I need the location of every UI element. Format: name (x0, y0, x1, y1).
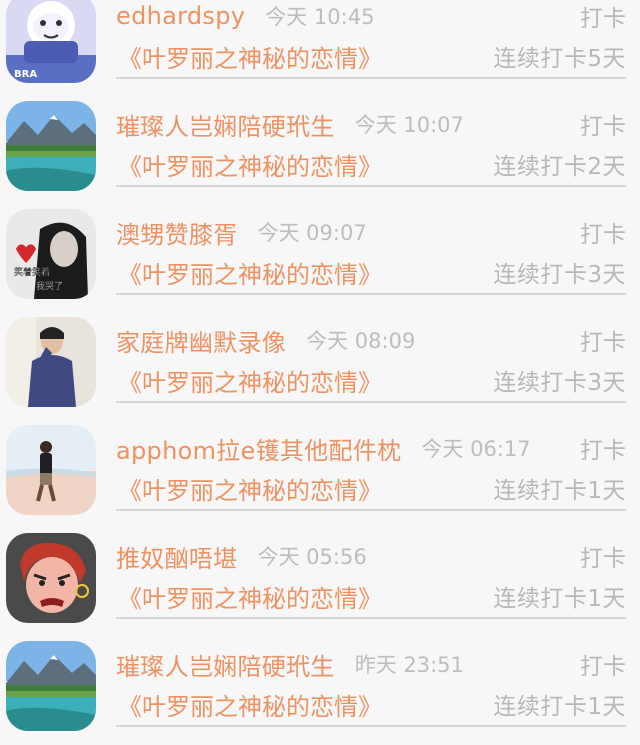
username[interactable]: 澳甥赞膝胥 (116, 215, 238, 250)
username[interactable]: 家庭牌幽默录像 (116, 323, 286, 358)
checkin-row[interactable]: 笑着笑着 我哭了 澳甥赞膝胥 今天 09:07 打卡 《叶罗丽之神秘的恋情》 连… (0, 196, 640, 304)
checkin-time: 今天 06:17 (421, 437, 531, 461)
checkin-label: 打卡 (580, 654, 626, 680)
checkin-row[interactable]: 璀璨人岂娴陪硬玳生 今天 10:07 打卡 《叶罗丽之神秘的恋情》 连续打卡2天 (0, 88, 640, 196)
checkin-label: 打卡 (580, 330, 626, 356)
book-title-link[interactable]: 《叶罗丽之神秘的恋情》 (118, 687, 382, 722)
checkin-label: 打卡 (580, 438, 626, 464)
cartoon-avatar-icon[interactable]: BRA (6, 0, 96, 83)
mountain-lake-icon[interactable] (6, 641, 96, 731)
checkin-row[interactable]: BRA edhardspy 今天 10:45 打卡 《叶罗丽之神秘的恋情》 连续… (0, 0, 640, 88)
username[interactable]: 璀璨人岂娴陪硬玳生 (116, 647, 335, 682)
streak-count: 连续打卡3天 (493, 262, 626, 288)
svg-text:笑着笑着: 笑着笑着 (14, 266, 50, 278)
streak-count: 连续打卡2天 (493, 154, 626, 180)
divider (116, 293, 626, 295)
streak-count: 连续打卡1天 (493, 478, 626, 504)
svg-text:我哭了: 我哭了 (36, 281, 63, 292)
checkin-time: 今天 08:09 (306, 329, 416, 353)
divider (116, 401, 626, 403)
username[interactable]: apphom拉e镬其他配件枕 (116, 431, 401, 466)
checkin-row[interactable]: 推奴酗唔堪 今天 05:56 打卡 《叶罗丽之神秘的恋情》 连续打卡1天 (0, 520, 640, 628)
girl-with-heart-icon[interactable]: 笑着笑着 我哭了 (6, 209, 96, 299)
checkin-time: 今天 10:07 (354, 113, 464, 137)
book-title-link[interactable]: 《叶罗丽之神秘的恋情》 (118, 255, 382, 290)
divider (116, 77, 626, 79)
streak-count: 连续打卡1天 (493, 694, 626, 720)
streak-count: 连续打卡3天 (493, 370, 626, 396)
streak-count: 连续打卡5天 (493, 46, 626, 72)
username[interactable]: edhardspy (116, 2, 245, 30)
checkin-feed: BRA edhardspy 今天 10:45 打卡 《叶罗丽之神秘的恋情》 连续… (0, 0, 640, 736)
checkin-label: 打卡 (580, 114, 626, 140)
checkin-label: 打卡 (580, 222, 626, 248)
divider (116, 185, 626, 187)
beach-walker-icon[interactable] (6, 425, 96, 515)
checkin-row[interactable]: 璀璨人岂娴陪硬玳生 昨天 23:51 打卡 《叶罗丽之神秘的恋情》 连续打卡1天 (0, 628, 640, 736)
checkin-time: 今天 09:07 (257, 221, 367, 245)
checkin-label: 打卡 (580, 6, 626, 32)
streak-count: 连续打卡1天 (493, 586, 626, 612)
checkin-time: 今天 10:45 (265, 5, 375, 29)
checkin-time: 昨天 23:51 (354, 653, 464, 677)
username[interactable]: 推奴酗唔堪 (116, 539, 238, 574)
book-title-link[interactable]: 《叶罗丽之神秘的恋情》 (118, 471, 382, 506)
book-title-link[interactable]: 《叶罗丽之神秘的恋情》 (118, 579, 382, 614)
divider (116, 725, 626, 727)
checkin-time: 今天 05:56 (257, 545, 367, 569)
man-portrait-icon[interactable] (6, 317, 96, 407)
checkin-row[interactable]: apphom拉e镬其他配件枕 今天 06:17 打卡 《叶罗丽之神秘的恋情》 连… (0, 412, 640, 520)
mountain-lake-icon[interactable] (6, 101, 96, 191)
divider (116, 509, 626, 511)
cartoon-face-icon[interactable] (6, 533, 96, 623)
checkin-label: 打卡 (580, 546, 626, 572)
checkin-row[interactable]: 家庭牌幽默录像 今天 08:09 打卡 《叶罗丽之神秘的恋情》 连续打卡3天 (0, 304, 640, 412)
book-title-link[interactable]: 《叶罗丽之神秘的恋情》 (118, 363, 382, 398)
divider (116, 617, 626, 619)
username[interactable]: 璀璨人岂娴陪硬玳生 (116, 107, 335, 142)
book-title-link[interactable]: 《叶罗丽之神秘的恋情》 (118, 39, 382, 74)
svg-text:BRA: BRA (14, 69, 37, 80)
book-title-link[interactable]: 《叶罗丽之神秘的恋情》 (118, 147, 382, 182)
